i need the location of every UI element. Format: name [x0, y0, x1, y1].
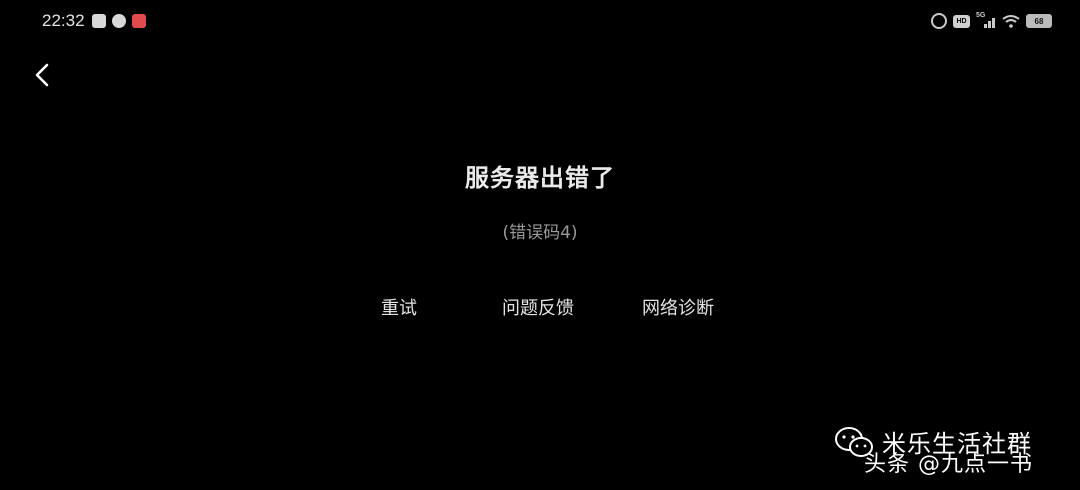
watermark-line2: 头条 @九点一书: [864, 452, 1033, 477]
battery-indicator: 68: [1026, 14, 1052, 28]
chevron-left-icon: [35, 63, 49, 87]
cellular-signal-icon: 5G: [976, 12, 996, 28]
system-status-icons: HD 5G 68: [931, 12, 1052, 29]
alarm-icon: [931, 13, 947, 29]
error-title: 服务器出错了: [465, 164, 615, 192]
clock: 22:32: [42, 11, 85, 30]
retry-button[interactable]: 重试: [381, 294, 417, 320]
wifi-icon: [1002, 15, 1020, 28]
network-diagnose-button[interactable]: 网络诊断: [642, 294, 714, 320]
status-bar: 22:32 HD 5G 68: [0, 0, 1080, 44]
error-code: (错误码4): [502, 223, 578, 243]
feedback-button[interactable]: 问题反馈: [502, 294, 574, 320]
notification-icons: [92, 14, 146, 28]
message-icon: [112, 14, 126, 28]
app-notification-icon: [132, 14, 146, 28]
gallery-icon: [92, 14, 106, 28]
back-button[interactable]: [28, 58, 60, 94]
hd-voice-icon: HD: [953, 14, 970, 28]
network-type-label: 5G: [976, 12, 986, 19]
